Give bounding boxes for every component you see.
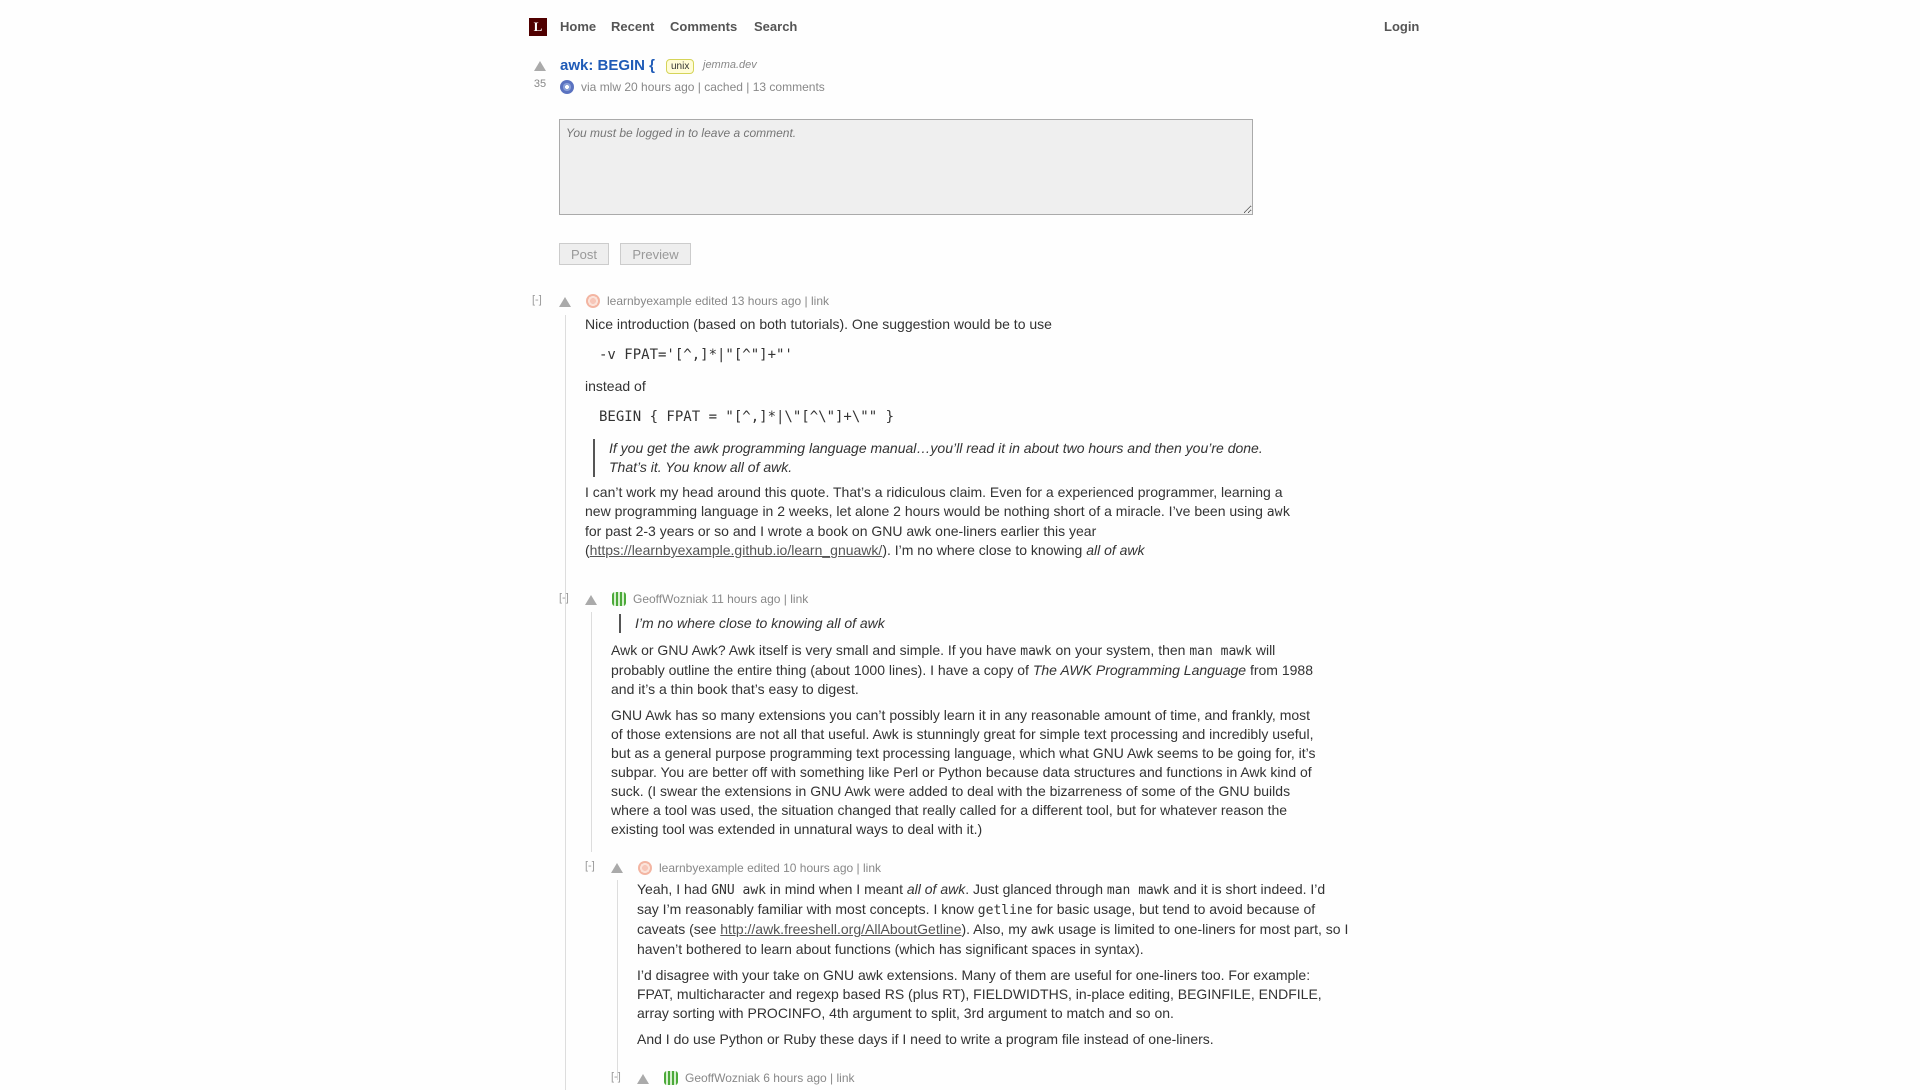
separator: | — [697, 80, 701, 94]
comment-paragraph: Awk or GNU Awk? Awk itself is very small… — [611, 641, 1321, 699]
code-block: -v FPAT='[^,]*|"[^"]+"' — [599, 347, 793, 363]
comment-upvote-icon[interactable] — [611, 863, 623, 873]
author-avatar[interactable] — [586, 294, 600, 308]
collapse-toggle[interactable]: [-] — [532, 294, 542, 306]
comment-upvote-icon[interactable] — [585, 595, 597, 605]
comment-paragraph: Nice introduction (based on both tutoria… — [585, 316, 1052, 332]
story-time: 20 hours ago — [624, 80, 695, 94]
collapse-toggle[interactable]: [-] — [611, 1071, 621, 1083]
text: in mind when I meant — [769, 881, 903, 897]
inline-code: awk — [1266, 505, 1291, 520]
comment-upvote-icon[interactable] — [637, 1074, 649, 1084]
getline-link[interactable]: http://awk.freeshell.org/AllAboutGetline — [720, 921, 961, 937]
comment-permalink[interactable]: link — [836, 1071, 854, 1085]
submitter-link[interactable]: mlw — [600, 80, 621, 94]
comment-upvote-icon[interactable] — [559, 297, 571, 307]
separator: | — [804, 294, 808, 308]
emphasis: The AWK Programming Language — [1032, 662, 1247, 678]
edited-label: edited — [695, 294, 728, 308]
text: ). Also, my — [961, 921, 1027, 937]
comment-meta: GeoffWozniak 6 hours ago | link — [685, 1071, 855, 1086]
comment-time[interactable]: 13 hours ago — [731, 294, 801, 308]
comment-time[interactable]: 11 hours ago — [711, 592, 780, 606]
inline-code: getline — [977, 903, 1033, 918]
comment-paragraph: I’d disagree with your take on GNU awk e… — [637, 967, 1322, 1021]
comment-meta: learnbyexample edited 13 hours ago | lin… — [607, 294, 829, 309]
story-title[interactable]: awk: BEGIN { — [560, 57, 655, 74]
page: L Home Recent Comments Search Login 35 a… — [0, 0, 1920, 1090]
thread-line — [565, 315, 566, 1090]
inline-code: awk — [1030, 923, 1055, 938]
author-link[interactable]: GeoffWozniak — [633, 592, 708, 606]
author-link[interactable]: learnbyexample — [659, 861, 744, 875]
post-button[interactable]: Post — [559, 243, 609, 265]
author-avatar[interactable] — [664, 1071, 678, 1085]
comment-permalink[interactable]: link — [863, 861, 881, 875]
separator: | — [856, 861, 860, 875]
comment-body: Nice introduction (based on both tutoria… — [585, 315, 1305, 567]
thread-line — [617, 880, 618, 1080]
comment-body: Yeah, I had GNU awk in mind when I meant… — [637, 880, 1349, 1056]
emphasis: all of awk — [906, 881, 966, 897]
preview-button[interactable]: Preview — [620, 243, 691, 265]
text: Yeah, I had — [637, 881, 708, 897]
comment-paragraph: GNU Awk has so many extensions you can’t… — [611, 707, 1316, 837]
blockquote: I’m no where close to knowing all of awk — [619, 614, 1321, 633]
inline-code: man mawk — [1106, 883, 1170, 898]
text: on your system, then — [1055, 642, 1186, 658]
comment-permalink[interactable]: link — [811, 294, 829, 308]
comment-paragraph: instead of — [585, 378, 646, 394]
inline-code: man mawk — [1189, 644, 1252, 659]
story-tag[interactable]: unix — [666, 59, 695, 74]
author-link[interactable]: learnbyexample — [607, 294, 692, 308]
collapse-toggle[interactable]: [-] — [585, 860, 595, 872]
text: Awk or GNU Awk? Awk itself is very small… — [611, 642, 1017, 658]
separator: | — [783, 592, 787, 606]
nav-search[interactable]: Search — [754, 18, 797, 36]
author-avatar[interactable] — [612, 592, 626, 606]
comment-meta: learnbyexample edited 10 hours ago | lin… — [659, 861, 881, 876]
text: ). I’m no where close to knowing — [882, 542, 1083, 558]
comment-time[interactable]: 10 hours ago — [783, 861, 853, 875]
blockquote: If you get the awk programming language … — [593, 439, 1279, 477]
author-avatar[interactable] — [638, 861, 652, 875]
story-domain[interactable]: jemma.dev — [703, 59, 757, 71]
text: . Just glanced through — [965, 881, 1103, 897]
inline-code: GNU awk — [711, 883, 767, 898]
comment-paragraph: And I do use Python or Ruby these days i… — [637, 1031, 1214, 1047]
submitter-avatar[interactable] — [560, 80, 574, 94]
collapse-toggle[interactable]: [-] — [559, 592, 569, 604]
via-label: via — [581, 80, 597, 94]
nav-comments[interactable]: Comments — [670, 18, 737, 36]
comment-meta: GeoffWozniak 11 hours ago | link — [633, 592, 808, 607]
site-logo[interactable]: L — [529, 18, 547, 36]
thread-line — [591, 612, 592, 852]
nav-login[interactable]: Login — [1384, 18, 1419, 36]
book-link[interactable]: https://learnbyexample.github.io/learn_g… — [590, 542, 883, 558]
nav-home[interactable]: Home — [560, 18, 596, 36]
separator: | — [830, 1071, 834, 1085]
emphasis: all of awk — [1086, 542, 1145, 558]
comment-paragraph: Yeah, I had GNU awk in mind when I meant… — [637, 880, 1349, 959]
story-upvote-icon[interactable] — [534, 61, 546, 71]
cached-link[interactable]: cached — [704, 80, 743, 94]
story-byline: via mlw 20 hours ago | cached | 13 comme… — [581, 80, 825, 95]
comment-time[interactable]: 6 hours ago — [763, 1071, 826, 1085]
nav-recent[interactable]: Recent — [611, 18, 654, 36]
comments-count-link[interactable]: 13 comments — [753, 80, 825, 94]
inline-code: mawk — [1020, 644, 1052, 659]
story-score: 35 — [533, 78, 547, 90]
edited-label: edited — [747, 861, 780, 875]
comment-body: I’m no where close to knowing all of awk… — [611, 612, 1321, 846]
comment-textarea[interactable] — [559, 119, 1253, 215]
text: I can’t work my head around this quote. … — [585, 484, 1283, 519]
code-block: BEGIN { FPAT = "[^,]*|\"[^\"]+\"" } — [599, 409, 895, 425]
author-link[interactable]: GeoffWozniak — [685, 1071, 760, 1085]
comment-permalink[interactable]: link — [790, 592, 808, 606]
separator: | — [746, 80, 750, 94]
comment-paragraph: I can’t work my head around this quote. … — [585, 483, 1295, 560]
